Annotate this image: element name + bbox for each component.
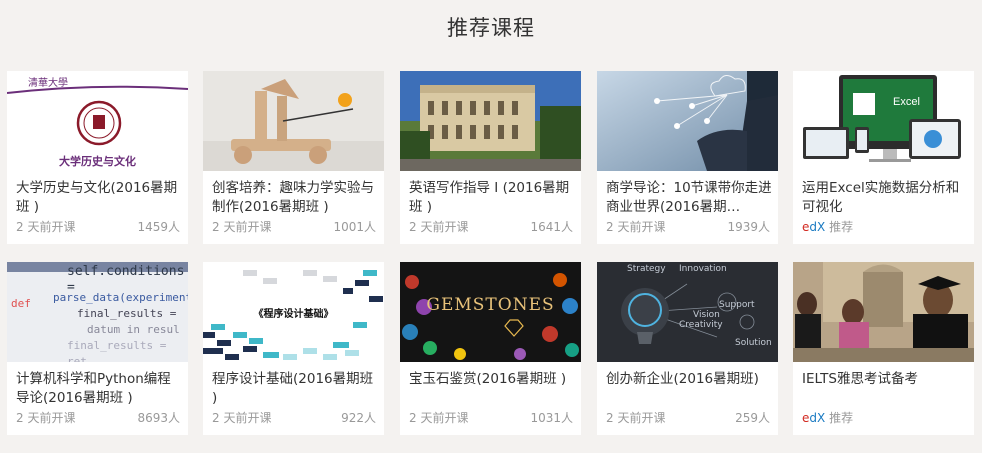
- course-thumbnail[interactable]: [203, 71, 384, 171]
- course-card[interactable]: 商学导论：10节课带你走进商业世界(2016暑期… 2 天前开课 1939人: [597, 71, 778, 244]
- course-title[interactable]: 运用Excel实施数据分析和可视化: [802, 179, 968, 217]
- course-card[interactable]: 英语写作指导 I (2016暑期班 ) 2 天前开课 1641人: [400, 71, 581, 244]
- code-line: final_results = ret: [67, 339, 167, 362]
- code-line: datum in resul: [87, 323, 180, 336]
- start-time: 2 天前开课: [606, 411, 666, 425]
- enrollment-count: 8693人: [137, 411, 180, 425]
- thumb-caption: 大学历史与文化: [59, 155, 136, 168]
- source-label: 推荐: [829, 220, 854, 234]
- source-label: 推荐: [829, 411, 854, 425]
- enrollment-count: 1001人: [333, 220, 376, 234]
- course-thumbnail[interactable]: Strategy Innovation Support Vision Creat…: [597, 262, 778, 362]
- code-line: parse_data(experiment: [53, 291, 188, 304]
- start-time: 2 天前开课: [606, 220, 666, 234]
- course-thumbnail[interactable]: Excel: [793, 71, 974, 171]
- course-card[interactable]: 《程序设计基础》 程序设计基础(2016暑期班 ) 2 天前开课 922人: [203, 262, 384, 435]
- course-title[interactable]: 计算机科学和Python编程导论(2016暑期班 ): [16, 370, 182, 408]
- enrollment-count: 1641人: [530, 220, 573, 234]
- course-thumbnail[interactable]: GEMSTONES: [400, 262, 581, 362]
- word-cloud: Strategy Innovation Support Vision Creat…: [627, 264, 772, 348]
- edx-source: edX 推荐: [802, 220, 853, 234]
- course-title[interactable]: 英语写作指导 I (2016暑期班 ): [409, 179, 575, 217]
- start-time: 2 天前开课: [212, 411, 272, 425]
- course-card[interactable]: def self.conditions = parse_data(experim…: [7, 262, 188, 435]
- code-keyword: def: [11, 297, 31, 310]
- course-title[interactable]: 大学历史与文化(2016暑期班 ): [16, 179, 182, 217]
- start-time: 2 天前开课: [16, 220, 76, 234]
- course-thumbnail[interactable]: 清華大學 大学历史与文化: [7, 71, 188, 171]
- course-title[interactable]: 商学导论：10节课带你走进商业世界(2016暑期…: [606, 179, 772, 217]
- course-card[interactable]: 创客培养：趣味力学实验与制作(2016暑期班 ) 2 天前开课 1001人: [203, 71, 384, 244]
- start-time: 2 天前开课: [409, 220, 469, 234]
- course-thumbnail[interactable]: [597, 71, 778, 171]
- code-line: final_results =: [77, 307, 177, 320]
- enrollment-count: 1031人: [530, 411, 573, 425]
- start-time: 2 天前开课: [409, 411, 469, 425]
- thumb-caption: 《程序设计基础》: [253, 309, 334, 320]
- enrollment-count: 1459人: [137, 220, 180, 234]
- university-logo: 清華大學: [28, 78, 68, 89]
- start-time: 2 天前开课: [16, 411, 76, 425]
- code-snippet: def self.conditions = parse_data(experim…: [7, 262, 188, 362]
- edx-logo-dx: dX: [809, 411, 826, 425]
- edx-source: edX 推荐: [802, 411, 853, 425]
- course-card[interactable]: IELTS雅思考试备考 edX 推荐: [793, 262, 974, 435]
- course-thumbnail[interactable]: [400, 71, 581, 171]
- course-thumbnail[interactable]: [793, 262, 974, 362]
- course-title[interactable]: IELTS雅思考试备考: [802, 370, 968, 389]
- course-card[interactable]: 清華大學 大学历史与文化 大学历史与文化(2016暑期班 ) 2 天前开课 14…: [7, 71, 188, 244]
- edx-logo-dx: dX: [809, 220, 826, 234]
- enrollment-count: 1939人: [727, 220, 770, 234]
- thumb-caption: GEMSTONES: [426, 295, 555, 315]
- course-title[interactable]: 程序设计基础(2016暑期班 ): [212, 370, 378, 408]
- course-thumbnail[interactable]: def self.conditions = parse_data(experim…: [7, 262, 188, 362]
- course-thumbnail[interactable]: 《程序设计基础》: [203, 262, 384, 362]
- course-title[interactable]: 创客培养：趣味力学实验与制作(2016暑期班 ): [212, 179, 378, 217]
- course-card[interactable]: Strategy Innovation Support Vision Creat…: [597, 262, 778, 435]
- page-title: 推荐课程: [447, 16, 535, 40]
- excel-label: Excel: [893, 96, 920, 108]
- course-title[interactable]: 宝玉石鉴赏(2016暑期班 ): [409, 370, 575, 389]
- course-card[interactable]: Excel 运用Excel实施数据分析和可视化 edX 推荐: [793, 71, 974, 244]
- course-card[interactable]: GEMSTONES 宝玉石鉴赏(2016暑期班 ) 2 天前开课 1031人: [400, 262, 581, 435]
- enrollment-count: 259人: [735, 411, 770, 425]
- start-time: 2 天前开课: [212, 220, 272, 234]
- course-title[interactable]: 创办新企业(2016暑期班): [606, 370, 772, 389]
- enrollment-count: 922人: [341, 411, 376, 425]
